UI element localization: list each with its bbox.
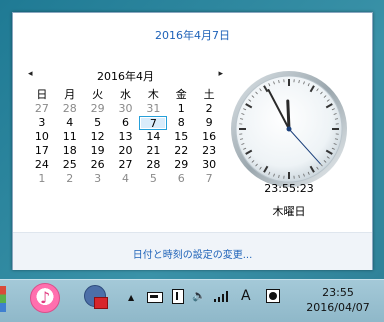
hour-hand bbox=[288, 101, 289, 129]
calendar-day[interactable]: 5 bbox=[139, 172, 167, 186]
next-month-icon[interactable]: ▸ bbox=[218, 69, 223, 79]
calendar-day[interactable]: 22 bbox=[167, 144, 195, 158]
calendar-day[interactable]: 16 bbox=[195, 130, 223, 144]
calendar-day[interactable]: 25 bbox=[56, 158, 84, 172]
calendar-week-row: 10111213141516 bbox=[28, 130, 223, 144]
calendar-day[interactable]: 1 bbox=[28, 172, 56, 186]
network-adapter-icon[interactable] bbox=[172, 289, 184, 304]
calendar-day[interactable]: 20 bbox=[112, 144, 140, 158]
signal-icon[interactable] bbox=[214, 290, 228, 302]
weekday-label: 月 bbox=[56, 88, 84, 102]
calendar-day[interactable]: 15 bbox=[167, 130, 195, 144]
calendar-week-row: 1234567 bbox=[28, 172, 223, 186]
weekday-header-row: 日月火水木金土 bbox=[28, 88, 223, 102]
calendar-day[interactable]: 2 bbox=[195, 102, 223, 116]
calendar-day[interactable]: 28 bbox=[56, 102, 84, 116]
analog-clock bbox=[230, 70, 348, 188]
partial-app-icon[interactable] bbox=[0, 286, 6, 312]
weekday-label: 木 bbox=[139, 88, 167, 102]
calendar-day[interactable]: 21 bbox=[139, 144, 167, 158]
ime-mode-icon[interactable]: A bbox=[241, 288, 251, 304]
calendar-week-row: 272829303112 bbox=[28, 102, 223, 116]
calendar-day[interactable]: 30 bbox=[112, 102, 140, 116]
calendar-header: ◂ 2016年4月 ▸ bbox=[28, 68, 223, 84]
calendar-day[interactable]: 8 bbox=[167, 116, 195, 130]
calendar-week-row: 17181920212223 bbox=[28, 144, 223, 158]
calendar-day[interactable]: 2 bbox=[56, 172, 84, 186]
calendar-day[interactable]: 28 bbox=[139, 158, 167, 172]
weekday-label: 日 bbox=[28, 88, 56, 102]
show-hidden-icons[interactable]: ▲ bbox=[128, 293, 134, 302]
calendar-day[interactable]: 4 bbox=[112, 172, 140, 186]
calendar-day[interactable]: 5 bbox=[84, 116, 112, 130]
calendar-day[interactable]: 24 bbox=[28, 158, 56, 172]
night-mode-icon[interactable] bbox=[266, 289, 280, 303]
itunes-icon[interactable]: ♪ bbox=[30, 283, 60, 313]
calendar-day[interactable]: 27 bbox=[28, 102, 56, 116]
calendar-day[interactable]: 30 bbox=[195, 158, 223, 172]
taskbar-time: 23:55 bbox=[298, 285, 378, 300]
weekday-label: 水 bbox=[112, 88, 140, 102]
weekday-label: 土 bbox=[195, 88, 223, 102]
calendar-day[interactable]: 6 bbox=[112, 116, 140, 130]
taskbar-clock[interactable]: 23:55 2016/04/07 bbox=[298, 285, 378, 315]
battery-icon[interactable] bbox=[147, 292, 163, 303]
calendar: ◂ 2016年4月 ▸ 日月火水木金土 27282930311234567891… bbox=[28, 68, 223, 84]
calendar-day-selected[interactable]: 7 bbox=[139, 116, 167, 130]
calendar-day[interactable]: 26 bbox=[84, 158, 112, 172]
calendar-day[interactable]: 14 bbox=[139, 130, 167, 144]
calendar-day[interactable]: 4 bbox=[56, 116, 84, 130]
calendar-day[interactable]: 11 bbox=[56, 130, 84, 144]
security-app-icon[interactable] bbox=[84, 285, 108, 309]
calendar-day[interactable]: 1 bbox=[167, 102, 195, 116]
weekday-label: 金 bbox=[167, 88, 195, 102]
calendar-day[interactable]: 7 bbox=[195, 172, 223, 186]
calendar-day[interactable]: 19 bbox=[84, 144, 112, 158]
calendar-day[interactable]: 9 bbox=[195, 116, 223, 130]
calendar-day[interactable]: 10 bbox=[28, 130, 56, 144]
calendar-day[interactable]: 17 bbox=[28, 144, 56, 158]
calendar-day[interactable]: 3 bbox=[28, 116, 56, 130]
calendar-day[interactable]: 29 bbox=[167, 158, 195, 172]
calendar-day[interactable]: 31 bbox=[139, 102, 167, 116]
calendar-day[interactable]: 18 bbox=[56, 144, 84, 158]
weekday-label: 火 bbox=[84, 88, 112, 102]
calendar-day[interactable]: 12 bbox=[84, 130, 112, 144]
full-date-link[interactable]: 2016年4月7日 bbox=[13, 27, 372, 43]
digital-time: 23:55:23 bbox=[230, 182, 348, 195]
clock-center bbox=[287, 127, 292, 132]
calendar-grid: 日月火水木金土 27282930311234567891011121314151… bbox=[28, 88, 223, 186]
calendar-day[interactable]: 3 bbox=[84, 172, 112, 186]
calendar-day[interactable]: 6 bbox=[167, 172, 195, 186]
taskbar-date: 2016/04/07 bbox=[298, 300, 378, 315]
calendar-week-row: 3456789 bbox=[28, 116, 223, 130]
calendar-month-label[interactable]: 2016年4月 bbox=[28, 68, 223, 84]
calendar-day[interactable]: 23 bbox=[195, 144, 223, 158]
calendar-day[interactable]: 13 bbox=[112, 130, 140, 144]
weekday-text: 木曜日 bbox=[230, 203, 348, 219]
calendar-week-row: 24252627282930 bbox=[28, 158, 223, 172]
calendar-day[interactable]: 27 bbox=[112, 158, 140, 172]
volume-icon[interactable]: 🔈 bbox=[192, 289, 206, 302]
change-date-time-settings-link[interactable]: 日付と時刻の設定の変更... bbox=[13, 246, 372, 261]
calendar-day[interactable]: 29 bbox=[84, 102, 112, 116]
